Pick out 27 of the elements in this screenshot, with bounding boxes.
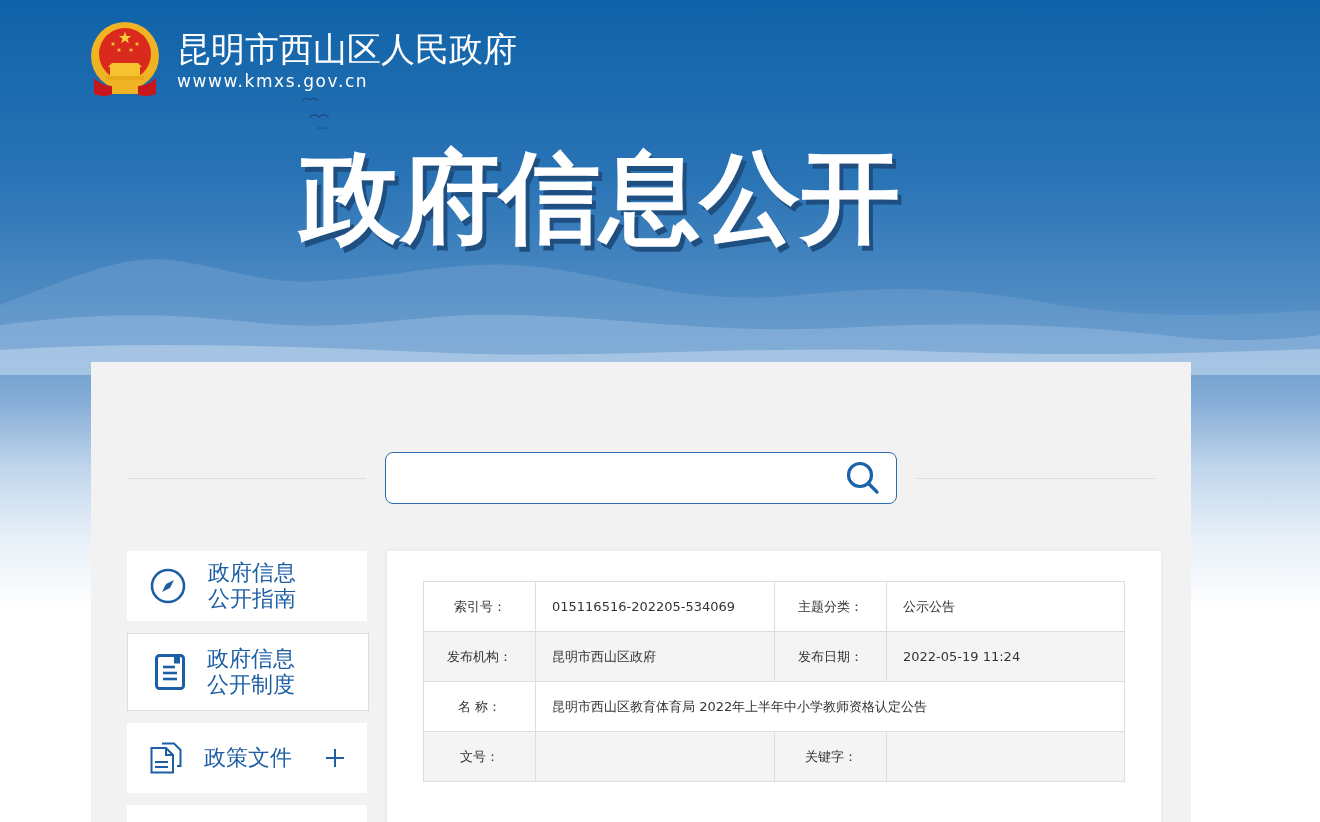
field-label: 发布日期： <box>774 631 887 682</box>
bird-icon <box>302 96 318 102</box>
files-icon <box>150 742 182 774</box>
field-label: 名 称： <box>423 681 536 732</box>
compass-icon <box>150 568 186 604</box>
site-url: wwww.kmxs.gov.cn <box>177 70 370 92</box>
sidebar-item[interactable]: 政府信息公开指南 <box>127 551 367 621</box>
document-icon <box>155 654 185 690</box>
field-label: 文号： <box>423 731 536 782</box>
field-value: 015116516-202205-534069 <box>535 581 775 632</box>
field-value: 昆明市西山区政府 <box>535 631 775 682</box>
field-label: 索引号： <box>423 581 536 632</box>
banner-title: 政府信息公开 <box>300 138 900 258</box>
field-value: 公示公告 <box>886 581 1125 632</box>
field-label: 主题分类： <box>774 581 887 632</box>
search-field[interactable] <box>385 452 897 504</box>
field-label: 关键字： <box>774 731 887 782</box>
bird-icon <box>309 112 329 119</box>
plus-icon <box>326 749 344 767</box>
sidebar-item[interactable]: 政策文件 <box>127 723 367 793</box>
field-value: 昆明市西山区教育体育局 2022年上半年中小学教师资格认定公告 <box>535 681 1125 732</box>
sidebar-item[interactable]: 政府信息公开制度 <box>127 633 369 711</box>
search-icon[interactable] <box>846 461 880 495</box>
site-title: 昆明市西山区人民政府 <box>177 28 517 70</box>
field-value: 2022-05-19 11:24 <box>886 631 1125 682</box>
emblem-icon <box>90 22 160 98</box>
field-label: 发布机构： <box>423 631 536 682</box>
